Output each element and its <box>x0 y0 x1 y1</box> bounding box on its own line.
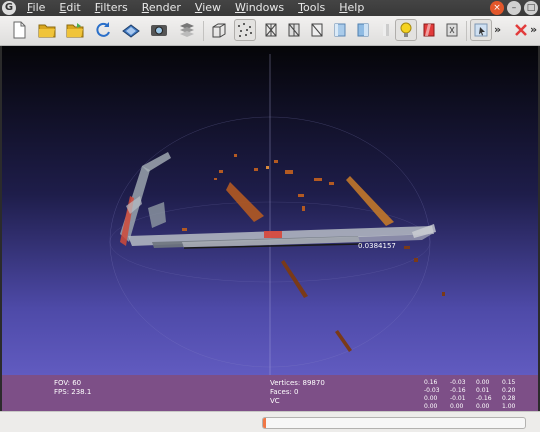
maximize-window-button[interactable]: □ <box>524 1 538 15</box>
save-icon <box>122 24 140 38</box>
menu-bar: G File Edit Filters Render View Windows … <box>0 0 540 16</box>
matrix-row: 0.00 0.00 0.00 1.00 <box>424 403 528 411</box>
hidden-lines-icon <box>288 23 300 37</box>
gradient-icon <box>446 23 458 37</box>
progress-bar <box>262 417 526 429</box>
matrix-cell: 0.28 <box>502 395 516 402</box>
matrix-cell: -0.16 <box>476 395 492 402</box>
menu-render[interactable]: Render <box>135 0 188 16</box>
matrix-cell: 0.01 <box>476 387 490 394</box>
toolbar-separator <box>203 21 204 41</box>
matrix-cell: 0.00 <box>424 403 438 410</box>
color-button[interactable] <box>418 19 440 41</box>
window-controls: × – □ <box>490 1 538 15</box>
light-button[interactable] <box>395 19 417 41</box>
texture-icon <box>383 24 389 36</box>
new-file-button[interactable] <box>8 19 30 41</box>
menu-filters[interactable]: Filters <box>88 0 135 16</box>
matrix-row: -0.03 -0.16 0.01 0.20 <box>424 387 528 395</box>
vertices-label: Vertices: 89870 <box>270 379 325 387</box>
toolbar-overflow-button[interactable]: » <box>494 23 501 36</box>
transform-matrix: 0.16 -0.03 0.00 0.15 -0.03 -0.16 0.01 0.… <box>424 379 528 411</box>
point-cloud-structure <box>120 152 436 249</box>
scale-label: 0.0384157 <box>358 242 396 250</box>
open-project-icon <box>66 23 84 38</box>
reload-button[interactable] <box>92 19 114 41</box>
menu-help[interactable]: Help <box>332 0 371 16</box>
wireframe-button[interactable] <box>260 19 282 41</box>
info-panel: FOV: 60 FPS: 238.1 Vertices: 89870 Faces… <box>2 375 538 411</box>
matrix-cell: 0.15 <box>502 379 516 386</box>
open-file-button[interactable] <box>36 19 58 41</box>
point-cloud-orange <box>182 154 445 352</box>
vertex-shading-button[interactable] <box>352 19 374 41</box>
toolbar-overflow-button-2[interactable]: » <box>530 23 537 36</box>
snapshot-icon <box>151 25 167 36</box>
minimize-window-button[interactable]: – <box>507 1 521 15</box>
matrix-row: 0.16 -0.03 0.00 0.15 <box>424 379 528 387</box>
toolbar-separator <box>466 21 467 41</box>
menu-file[interactable]: File <box>20 0 52 16</box>
progress-fill <box>263 418 266 428</box>
pick-tool-icon <box>474 23 488 37</box>
layers-button[interactable] <box>176 19 198 41</box>
open-folder-icon <box>38 24 56 38</box>
matrix-row: 0.00 -0.01 -0.16 0.28 <box>424 395 528 403</box>
matrix-cell: 0.00 <box>424 395 438 402</box>
delete-icon <box>515 24 527 36</box>
menu-tools[interactable]: Tools <box>291 0 332 16</box>
app-logo-icon: G <box>2 1 16 15</box>
snapshot-button[interactable] <box>148 19 170 41</box>
menu-edit[interactable]: Edit <box>52 0 87 16</box>
smooth-shading-button[interactable] <box>329 19 351 41</box>
delete-button[interactable] <box>510 19 532 41</box>
light-icon <box>400 22 412 37</box>
matrix-cell: 0.20 <box>502 387 516 394</box>
flat-shading-button[interactable] <box>306 19 328 41</box>
menu-view[interactable]: View <box>188 0 228 16</box>
gradient-button[interactable] <box>441 19 463 41</box>
texture-button[interactable] <box>375 19 397 41</box>
points-render-icon <box>238 23 252 37</box>
matrix-cell: -0.01 <box>450 395 466 402</box>
new-file-icon <box>13 21 26 39</box>
matrix-cell: -0.16 <box>450 387 466 394</box>
pick-tool-button[interactable] <box>470 19 492 41</box>
bounding-box-button[interactable] <box>208 19 230 41</box>
3d-viewport[interactable]: 0.0384157 <box>2 46 538 375</box>
matrix-cell: -0.03 <box>450 379 466 386</box>
wireframe-icon <box>265 23 277 37</box>
matrix-cell: 0.00 <box>476 403 490 410</box>
fov-label: FOV: 60 <box>54 379 82 387</box>
flat-shading-icon <box>311 23 323 37</box>
color-icon <box>423 23 435 37</box>
close-window-button[interactable]: × <box>490 1 504 15</box>
point-cloud-canvas <box>109 54 445 375</box>
status-bar <box>0 411 540 432</box>
menu-windows[interactable]: Windows <box>228 0 291 16</box>
vc-label: VC <box>270 397 280 405</box>
bounding-box-icon <box>212 23 226 38</box>
layers-icon <box>180 23 194 37</box>
smooth-shading-icon <box>334 23 346 37</box>
open-project-button[interactable] <box>64 19 86 41</box>
save-button[interactable] <box>120 19 142 41</box>
reload-icon <box>96 22 110 37</box>
matrix-cell: 1.00 <box>502 403 516 410</box>
matrix-cell: 0.16 <box>424 379 438 386</box>
hidden-lines-button[interactable] <box>283 19 305 41</box>
points-render-button[interactable] <box>234 19 256 41</box>
faces-label: Faces: 0 <box>270 388 299 396</box>
matrix-cell: -0.03 <box>424 387 440 394</box>
matrix-cell: 0.00 <box>450 403 464 410</box>
fps-label: FPS: 238.1 <box>54 388 92 396</box>
vertex-shading-icon <box>357 23 369 37</box>
matrix-cell: 0.00 <box>476 379 490 386</box>
main-toolbar: » » <box>0 16 540 46</box>
